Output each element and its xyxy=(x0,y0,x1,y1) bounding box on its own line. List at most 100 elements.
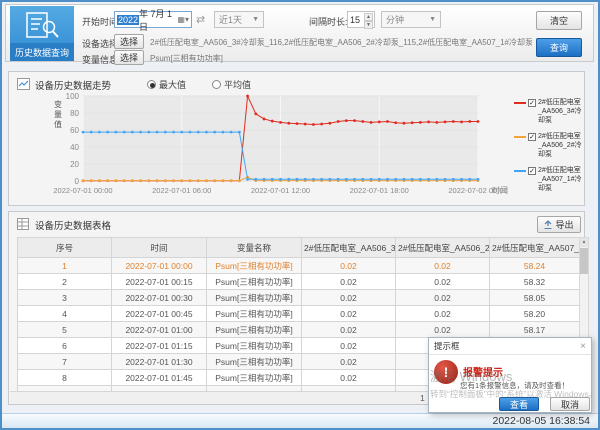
svg-text:40: 40 xyxy=(70,143,79,152)
query-button[interactable]: 查询 xyxy=(536,38,582,57)
column-header[interactable]: 2#低压配电室_AA506_3#冷却泵... xyxy=(302,238,396,258)
svg-text:2022-07-01 00:00: 2022-07-01 00:00 xyxy=(53,186,112,195)
table-cell[interactable]: Psum[三相有功功率] xyxy=(207,370,302,386)
table-row[interactable]: 22022-07-01 00:15Psum[三相有功功率]0.020.0258.… xyxy=(18,274,580,290)
range-select[interactable]: 近1天 ▼ xyxy=(214,11,264,28)
scroll-up-icon[interactable]: ▲ xyxy=(580,238,588,247)
table-row[interactable]: 32022-07-01 00:30Psum[三相有功功率]0.020.0258.… xyxy=(18,290,580,306)
table-row[interactable]: 42022-07-01 00:45Psum[三相有功功率]0.020.0258.… xyxy=(18,306,580,322)
module-title-box: 历史数据查询 xyxy=(10,6,74,61)
table-cell[interactable]: 5 xyxy=(18,322,112,338)
table-cell[interactable]: 0.02 xyxy=(302,258,396,274)
pagination-current-page[interactable]: 1 xyxy=(420,393,425,403)
table-cell[interactable]: 0.02 xyxy=(396,290,490,306)
svg-text:2022-07-01 12:00: 2022-07-01 12:00 xyxy=(251,186,310,195)
clear-button[interactable]: 清空 xyxy=(536,11,582,30)
svg-text:0: 0 xyxy=(75,177,80,186)
export-button-label: 导出 xyxy=(555,218,573,231)
table-cell[interactable]: Psum[三相有功功率] xyxy=(207,338,302,354)
radio-selected-icon[interactable] xyxy=(147,80,156,89)
column-header[interactable]: 时间 xyxy=(112,238,207,258)
table-cell[interactable]: 2022-07-01 01:45 xyxy=(112,370,207,386)
table-cell[interactable]: Psum[三相有功功率] xyxy=(207,258,302,274)
table-cell[interactable]: 58.20 xyxy=(490,306,580,322)
column-header[interactable]: 序号 xyxy=(18,238,112,258)
table-row[interactable]: 12022-07-01 00:00Psum[三相有功功率]0.020.0258.… xyxy=(18,258,580,274)
interval-stepper[interactable]: ▲▼ xyxy=(364,13,373,26)
table-cell[interactable]: 58.17 xyxy=(490,322,580,338)
table-cell[interactable]: 2022-07-01 01:30 xyxy=(112,354,207,370)
table-cell[interactable]: 3 xyxy=(18,290,112,306)
table-cell[interactable]: 0.02 xyxy=(302,290,396,306)
table-cell[interactable]: 0.02 xyxy=(302,322,396,338)
table-cell[interactable]: 0.02 xyxy=(396,274,490,290)
legend-checkbox[interactable]: ✓ xyxy=(528,167,536,175)
legend-entry: ✓2#低压配电室_AA506_3#冷却泵 xyxy=(514,98,584,125)
table-cell[interactable]: 0.02 xyxy=(302,354,396,370)
table-cell[interactable]: 0.02 xyxy=(302,370,396,386)
table-cell[interactable]: 0.02 xyxy=(396,322,490,338)
dialog-cancel-button[interactable]: 取消 xyxy=(550,397,590,411)
interval-unit-select[interactable]: 分钟 ▼ xyxy=(381,11,441,28)
table-icon xyxy=(17,217,29,235)
table-cell[interactable]: 4 xyxy=(18,306,112,322)
legend-checkbox[interactable]: ✓ xyxy=(528,133,536,141)
table-cell[interactable]: Psum[三相有功功率] xyxy=(207,354,302,370)
table-cell[interactable]: 2022-07-01 00:15 xyxy=(112,274,207,290)
start-date-input[interactable]: 2022 年 7月 1日 ▦▾ xyxy=(114,11,192,28)
table-cell[interactable]: 6 xyxy=(18,338,112,354)
table-cell[interactable]: 2022-07-01 00:30 xyxy=(112,290,207,306)
interval-input[interactable]: 15 ▲▼ xyxy=(347,11,375,28)
date-rest[interactable]: 年 7月 1日 xyxy=(139,7,177,33)
column-header[interactable]: 变量名称 xyxy=(207,238,302,258)
column-header[interactable]: 2#低压配电室_AA507_1#冷却泵... xyxy=(490,238,580,258)
close-icon[interactable]: × xyxy=(580,341,586,352)
table-cell[interactable]: Psum[三相有功功率] xyxy=(207,306,302,322)
legend-checkbox[interactable]: ✓ xyxy=(528,99,536,107)
dialog-title: 提示框 xyxy=(434,340,460,352)
table-cell[interactable]: 0.02 xyxy=(302,306,396,322)
dialog-view-button[interactable]: 查看 xyxy=(499,397,539,411)
table-cell[interactable]: Psum[三相有功功率] xyxy=(207,322,302,338)
device-select-button[interactable]: 选择 xyxy=(114,34,144,49)
alert-dialog: 提示框 × ! 报警提示 您有1条报警信息，请及时查看！ 查看 取消 xyxy=(428,337,592,413)
table-cell[interactable]: 58.24 xyxy=(490,258,580,274)
spinner-up-icon[interactable]: ▲ xyxy=(364,13,373,21)
table-cell[interactable]: 8 xyxy=(18,370,112,386)
calendar-icon[interactable]: ▦▾ xyxy=(177,15,189,24)
dialog-titlebar[interactable]: 提示框 × xyxy=(429,338,591,355)
table-cell[interactable]: 58.32 xyxy=(490,274,580,290)
svg-text:60: 60 xyxy=(70,126,79,135)
svg-text:100: 100 xyxy=(66,92,80,101)
scrollbar-thumb[interactable] xyxy=(580,248,588,274)
spinner-down-icon[interactable]: ▼ xyxy=(364,21,373,29)
table-cell[interactable]: Psum[三相有功功率] xyxy=(207,290,302,306)
table-cell[interactable]: 1 xyxy=(18,258,112,274)
table-cell[interactable]: 2022-07-01 01:00 xyxy=(112,322,207,338)
table-cell[interactable]: 58.05 xyxy=(490,290,580,306)
svg-text:2022-07-01 18:00: 2022-07-01 18:00 xyxy=(350,186,409,195)
legend-entry: ✓2#低压配电室_AA506_2#冷却泵 xyxy=(514,132,584,159)
date-year-selected[interactable]: 2022 xyxy=(117,15,139,25)
table-cell[interactable]: Psum[三相有功功率] xyxy=(207,274,302,290)
swap-arrows-icon[interactable]: ⇄ xyxy=(196,13,205,26)
variable-select-button[interactable]: 选择 xyxy=(114,50,144,65)
table-panel-title: 设备历史数据表格 xyxy=(35,218,111,232)
table-cell[interactable]: 2 xyxy=(18,274,112,290)
interval-value[interactable]: 15 xyxy=(350,15,360,25)
trend-line-chart[interactable]: 0204060801002022-07-01 00:002022-07-01 0… xyxy=(39,90,541,204)
export-button[interactable]: 导出 xyxy=(537,216,581,233)
column-header[interactable]: 2#低压配电室_AA506_2#冷却泵... xyxy=(396,238,490,258)
table-cell[interactable]: 2022-07-01 00:00 xyxy=(112,258,207,274)
table-cell[interactable]: 2022-07-01 01:15 xyxy=(112,338,207,354)
table-cell[interactable]: 0.02 xyxy=(396,258,490,274)
table-cell[interactable]: 0.02 xyxy=(396,306,490,322)
table-cell[interactable]: 0.02 xyxy=(302,338,396,354)
table-cell[interactable]: 2022-07-01 00:45 xyxy=(112,306,207,322)
table-cell[interactable]: 7 xyxy=(18,354,112,370)
table-cell[interactable]: 0.02 xyxy=(302,274,396,290)
radio-unselected-icon[interactable] xyxy=(212,80,221,89)
legend-label: 2#低压配电室_AA506_2#冷却泵 xyxy=(538,132,584,159)
trend-chart-panel: 设备历史数据走势 最大值 平均值 变量值 0204060801002022-07… xyxy=(8,71,585,206)
table-row[interactable]: 52022-07-01 01:00Psum[三相有功功率]0.020.0258.… xyxy=(18,322,580,338)
